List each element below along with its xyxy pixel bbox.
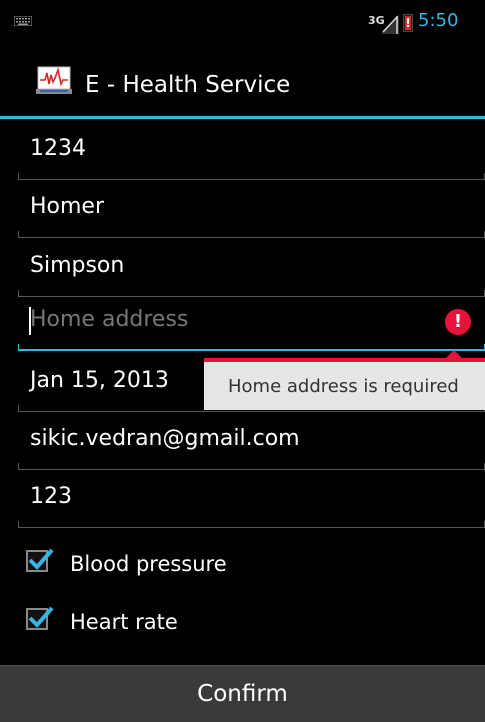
id-field-value: 1234 bbox=[30, 136, 86, 161]
field-underline bbox=[18, 231, 485, 238]
field-underline bbox=[18, 521, 485, 528]
checkbox-label: Heart rate bbox=[70, 610, 178, 634]
confirm-button[interactable]: Confirm bbox=[0, 665, 485, 722]
last-name-field[interactable]: Simpson bbox=[18, 241, 485, 297]
field-underline bbox=[18, 173, 485, 180]
date-value: Jan 15, 2013 bbox=[30, 368, 169, 393]
email-value: sikic.vedran@gmail.com bbox=[30, 426, 300, 451]
last-name-value: Simpson bbox=[30, 253, 125, 278]
status-bar: 3G ! 5:50 bbox=[0, 0, 485, 44]
checkbox-label: Blood pressure bbox=[70, 552, 227, 576]
heart-rate-checkbox[interactable]: Heart rate bbox=[0, 594, 485, 650]
error-alert-icon[interactable]: ! bbox=[445, 309, 471, 335]
field-underline-focused bbox=[18, 344, 485, 351]
id-field[interactable]: 1234 bbox=[18, 124, 485, 180]
blood-pressure-checkbox[interactable]: Blood pressure bbox=[0, 536, 485, 592]
checkbox-checked-icon[interactable] bbox=[26, 548, 54, 572]
battery-alert-glyph: ! bbox=[405, 16, 411, 30]
home-address-field[interactable]: Home address ! bbox=[18, 295, 485, 351]
heart-monitor-icon bbox=[36, 66, 72, 94]
error-popup: Home address is required bbox=[204, 350, 485, 410]
first-name-field[interactable]: Homer bbox=[18, 182, 485, 238]
home-address-placeholder: Home address bbox=[30, 307, 189, 332]
app-title: E - Health Service bbox=[85, 72, 291, 98]
first-name-value: Homer bbox=[30, 194, 105, 219]
code-value: 123 bbox=[30, 484, 72, 509]
app-screen: 3G ! 5:50 E - Health Service 1234 Homer bbox=[0, 0, 485, 722]
battery-alert-icon: ! bbox=[403, 14, 413, 32]
field-underline bbox=[18, 405, 485, 412]
email-field[interactable]: sikic.vedran@gmail.com bbox=[18, 414, 485, 470]
signal-icon bbox=[381, 14, 399, 34]
clock: 5:50 bbox=[418, 10, 459, 31]
code-field[interactable]: 123 bbox=[18, 472, 485, 528]
keyboard-icon bbox=[14, 16, 32, 26]
checkbox-checked-icon[interactable] bbox=[26, 606, 54, 630]
error-message: Home address is required bbox=[228, 376, 459, 397]
field-underline bbox=[18, 463, 485, 470]
error-popup-pointer bbox=[444, 350, 464, 360]
action-bar: E - Health Service bbox=[0, 44, 485, 119]
